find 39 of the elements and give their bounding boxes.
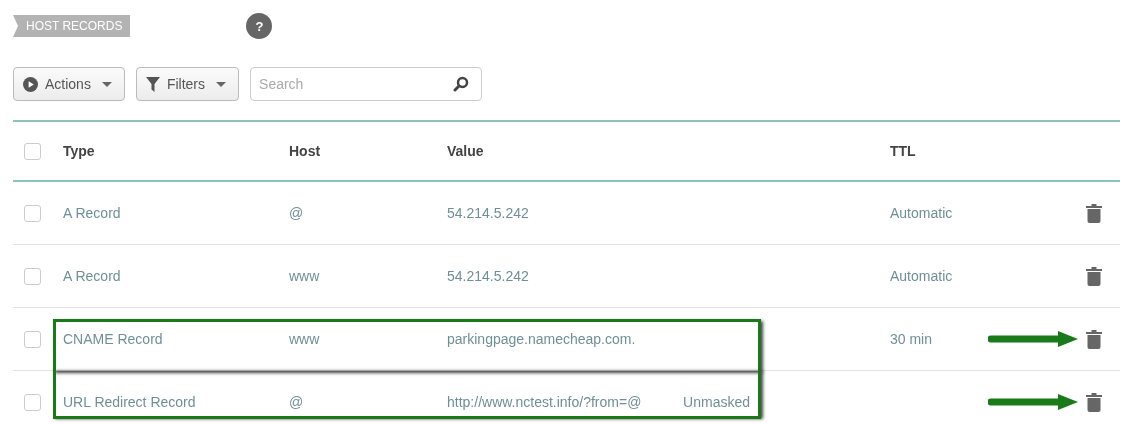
trash-icon[interactable] [1086,392,1102,412]
trash-icon[interactable] [1086,329,1102,349]
caret-icon [216,81,227,87]
play-icon [23,76,38,92]
row-checkbox[interactable] [24,204,41,222]
column-header: TTL [890,143,917,159]
trash-icon[interactable] [1086,266,1102,286]
table-cell-text: A Record [63,268,122,284]
table-cell: 30 min [890,331,933,347]
table-cell-text: A Record [63,205,122,221]
table-cell: Automatic [890,268,953,284]
help-button[interactable]: ? [246,13,273,39]
table-cell-text: CNAME Record [63,331,164,347]
table-cell-text: @ [289,394,305,410]
row-checkbox[interactable] [24,330,41,348]
column-header: Host [289,143,322,159]
table-cell: 54.214.5.242 [447,205,529,221]
table-cell-text: URL Redirect Record [63,394,197,410]
column-header: Value [447,143,485,159]
table-cell: http://www.nctest.info/?from=@ [447,394,642,410]
table-cell: Automatic [890,205,953,221]
filter-icon [145,76,160,92]
filters-button[interactable]: Filters [135,67,240,101]
search-field[interactable]: Search [250,67,483,101]
search-icon [453,76,470,92]
column-header: Type [63,143,96,159]
row-checkbox[interactable] [24,267,41,285]
masking-label: Unmasked [683,394,750,410]
caret-icon [101,81,112,87]
table-cell-text: www [289,268,321,284]
actions-button[interactable]: Actions [13,67,125,101]
table-cell: 54.214.5.242 [447,268,529,284]
section-title: HOST RECORDS [13,15,131,37]
table-cell-text: www [289,331,321,347]
trash-icon[interactable] [1086,203,1102,223]
row-checkbox[interactable] [24,393,41,411]
table-cell: parkingpage.namecheap.com. [447,331,636,347]
table-cell-text: @ [289,205,305,221]
select-all-checkbox[interactable] [24,142,41,160]
